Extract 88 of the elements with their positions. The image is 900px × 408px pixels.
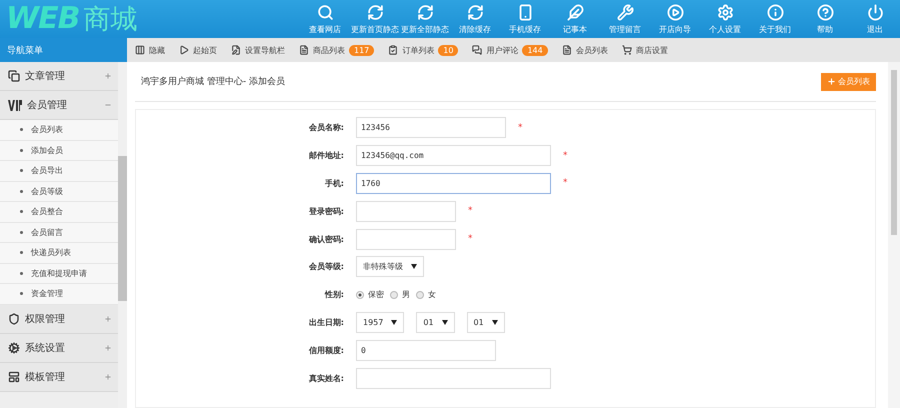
shield-icon (8, 312, 20, 324)
field-label: 会员名称: (308, 122, 345, 134)
dropdown[interactable]: 01 (416, 312, 455, 333)
chat-icon (472, 45, 482, 55)
count-badge: 144 (522, 44, 548, 56)
required-mark: * (468, 234, 472, 244)
feather-icon (566, 4, 584, 20)
sidebar-group[interactable]: 权限管理 (0, 304, 118, 334)
document-icon (562, 45, 572, 55)
cart-icon (622, 45, 632, 55)
sidebar-group[interactable]: 会员管理 (0, 91, 118, 120)
edit-icon (231, 45, 241, 55)
search-icon (316, 4, 334, 20)
input-field[interactable]: 123456 (356, 117, 506, 138)
field-label: 信用额度: (308, 344, 345, 356)
logo-text: 商城 (83, 3, 138, 37)
field-label: 性别: (324, 289, 345, 300)
toolbar-item[interactable]: 起始页 (179, 44, 217, 56)
wrench-icon (616, 4, 634, 20)
plus-icon (827, 77, 836, 86)
sidebar-title: 导航菜单 (0, 38, 127, 62)
sidebar-item[interactable]: 会员列表 (0, 120, 118, 140)
toolbar-item[interactable]: 设置导航栏 (231, 44, 285, 56)
caret-icon (411, 264, 417, 270)
toolbar-item[interactable]: 用户评论 144 (472, 44, 548, 56)
dropdown[interactable]: 非特殊等级 (356, 256, 424, 278)
clipboard-icon (388, 45, 398, 55)
toolbar-item[interactable]: 隐藏 (135, 44, 165, 56)
sidebar-item[interactable]: 充值和提现申请 (0, 264, 118, 284)
radio-option[interactable]: 女 (416, 289, 436, 300)
sidebar-item[interactable]: 会员整合 (0, 202, 118, 222)
input-field[interactable] (356, 228, 456, 250)
play-icon (179, 45, 189, 55)
dropdown[interactable]: 1957 (356, 312, 404, 333)
field-label: 确认密码: (308, 234, 345, 245)
sidebar-item[interactable]: 添加会员 (0, 140, 118, 161)
required-mark: * (468, 206, 472, 216)
toolbar-item[interactable]: 订单列表 10 (388, 44, 458, 56)
columns-icon (135, 45, 145, 55)
refresh-icon (366, 4, 384, 20)
settings-icon (716, 4, 734, 20)
sidebar-item[interactable]: 会员等级 (0, 182, 118, 202)
field-label: 出生日期: (308, 316, 345, 328)
sidebar-item[interactable]: 快递员列表 (0, 243, 118, 264)
radio-option[interactable]: 保密 (356, 289, 384, 300)
field-label: 会员等级: (308, 261, 345, 272)
input-field[interactable]: 123456@qq.com (356, 145, 551, 166)
vip-icon (8, 100, 22, 110)
power-icon (866, 4, 884, 20)
play-icon (666, 4, 684, 20)
dropdown[interactable]: 01 (466, 312, 505, 333)
sidebar-group[interactable]: 系统设置 (0, 334, 118, 362)
toolbar-item[interactable]: 商品列表 117 (299, 44, 374, 56)
gears-icon (8, 342, 20, 354)
caret-icon (492, 320, 498, 325)
sidebar-item[interactable]: 会员导出 (0, 161, 118, 182)
field-label: 邮件地址: (308, 150, 345, 162)
phone-icon (516, 4, 534, 20)
sidebar-group[interactable]: 文章管理 (0, 62, 118, 91)
count-badge: 10 (438, 44, 458, 56)
field-label: 登录密码: (308, 206, 345, 217)
radio-option[interactable]: 男 (390, 289, 410, 300)
sidebar-group[interactable]: 模板管理 (0, 362, 118, 392)
copy-icon (8, 70, 20, 82)
toolbar-item[interactable]: 商店设置 (622, 44, 668, 56)
field-label: 手机: (324, 178, 345, 189)
help-icon (816, 4, 834, 20)
input-field[interactable]: 0 (356, 340, 496, 361)
required-mark: * (518, 122, 522, 133)
info-icon (766, 4, 784, 20)
caret-icon (391, 320, 398, 325)
refresh-icon (416, 4, 434, 20)
breadcrumb: 鸿宇多用户商城 管理中心- 添加会员 (140, 76, 285, 88)
required-mark: * (563, 178, 568, 188)
input-field[interactable] (356, 200, 456, 222)
toolbar-item[interactable]: 会员列表 (562, 44, 608, 56)
count-badge: 117 (349, 44, 374, 56)
caret-icon (442, 320, 448, 325)
field-label: 真实姓名: (308, 372, 345, 384)
sidebar-item[interactable]: 资金管理 (0, 284, 118, 304)
sidebar-item[interactable]: 会员留言 (0, 222, 118, 243)
document-icon (299, 45, 309, 55)
refresh-icon (466, 4, 484, 20)
logo-text: WEB (6, 1, 80, 36)
required-mark: * (563, 150, 568, 161)
input-field[interactable]: 1760 (356, 172, 551, 194)
input-field[interactable] (356, 368, 551, 389)
template-icon (8, 370, 20, 382)
